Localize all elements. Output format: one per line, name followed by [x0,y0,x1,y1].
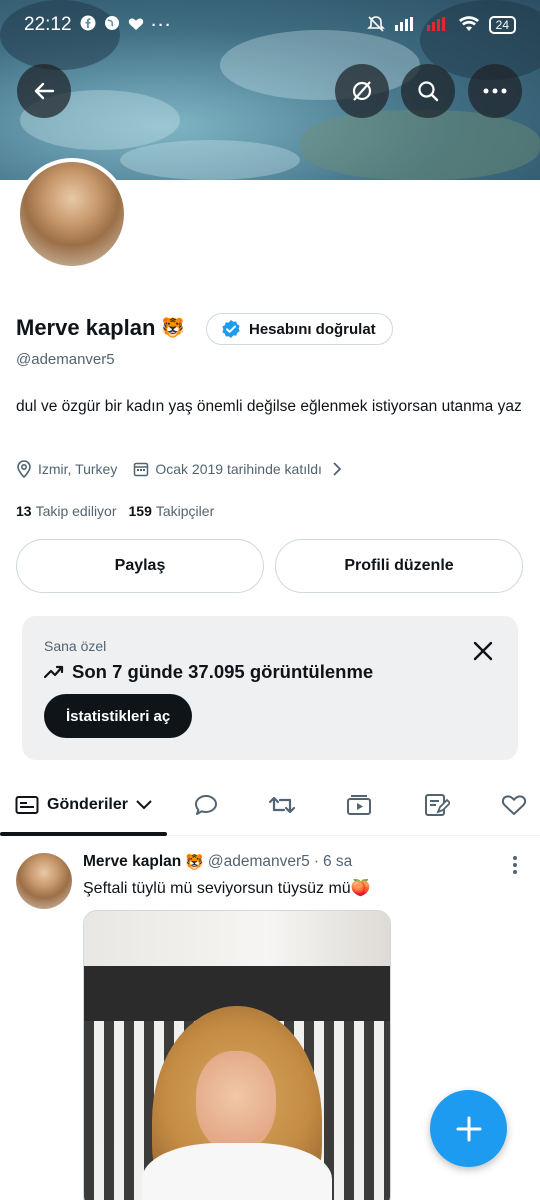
video-icon [347,795,371,815]
globe-icon [104,15,120,35]
post-author-avatar[interactable] [16,853,72,909]
search-icon [418,81,439,102]
post-header: Merve kaplan 🐯 @ademanver5 · 6 sa [83,853,352,871]
tiger-emoji: 🐯 [161,318,186,339]
profile-name-text: Merve kaplan [16,315,156,340]
wifi-icon [458,15,479,35]
grok-button[interactable] [335,64,389,118]
tab-replies[interactable] [180,778,232,832]
location-pin-icon [17,460,31,478]
back-button[interactable] [17,64,71,118]
insights-headline: Son 7 günde 37.095 görüntülenme [44,661,373,683]
follow-stats: 13 Takip ediliyor 159 Takipçiler [16,503,214,519]
more-dots-icon [483,88,507,94]
post-time[interactable]: 6 sa [323,853,352,871]
profile-meta: Izmir, Turkey Ocak 2019 tarihinde katıld… [16,460,342,478]
verify-account-button[interactable]: Hesabını doğrulat [206,313,393,345]
grok-icon [352,81,372,101]
tab-posts[interactable]: Gönderiler [0,778,167,832]
post-more-icon[interactable] [512,855,518,875]
post-author-emoji: 🐯 [185,854,204,871]
facebook-icon [80,15,96,35]
posts-icon [15,796,39,814]
joined-date-link[interactable]: Ocak 2019 tarihinde katıldı [133,461,342,477]
mute-bell-icon [366,15,385,36]
battery-indicator: 24 [488,16,516,34]
heart-status-icon [128,16,144,35]
following-link[interactable]: 13 Takip ediliyor [16,503,117,519]
plus-icon [456,1116,481,1141]
article-icon [425,794,450,816]
heart-icon [501,795,527,815]
verified-badge-icon [222,320,240,338]
status-time: 22:12 [24,14,72,35]
profile-tabs: Gönderiler [0,778,540,836]
tab-likes[interactable] [488,778,540,832]
verify-account-label: Hesabını doğrulat [249,320,376,338]
tab-reposts[interactable] [256,778,308,832]
tab-videos[interactable] [333,778,385,832]
trending-up-icon [44,665,64,679]
tab-posts-label: Gönderiler [47,796,128,813]
edit-profile-button[interactable]: Profili düzenle [275,539,523,593]
chat-bubble-icon [195,795,217,815]
followers-link[interactable]: 159 Takipçiler [129,503,215,519]
arrow-left-icon [34,82,55,100]
post-author-name[interactable]: Merve kaplan [83,853,181,871]
profile-joined: Ocak 2019 tarihinde katıldı [155,461,322,477]
post-text: Şeftali tüylü mü seviyorsun tüysüz mü🍑 [83,880,371,897]
post-author-handle[interactable]: @ademanver5 [208,853,310,871]
profile-avatar[interactable] [16,158,128,270]
insights-card: Sana özel Son 7 günde 37.095 görüntülenm… [22,616,518,760]
insights-kicker: Sana özel [44,638,107,654]
repost-icon [268,796,296,814]
tab-articles[interactable] [411,778,463,832]
profile-handle: @ademanver5 [16,351,115,368]
insights-headline-text: Son 7 günde 37.095 görüntülenme [72,661,374,682]
calendar-icon [134,462,149,477]
share-button[interactable]: Paylaş [16,539,264,593]
post-media-image[interactable] [83,910,391,1200]
profile-name: Merve kaplan 🐯 [16,315,185,341]
more-button[interactable] [468,64,522,118]
compose-button[interactable] [430,1090,507,1167]
close-icon[interactable] [472,640,494,662]
status-bar: 22:12 ··· 24 [0,0,540,50]
chevron-down-icon [136,800,152,810]
profile-location: Izmir, Turkey [38,461,118,477]
post-separator: · [313,853,319,870]
signal-icon-2 [426,16,449,34]
signal-icon-1 [394,16,417,34]
active-tab-indicator [0,832,167,836]
more-notifications-icon: ··· [151,16,173,34]
open-analytics-button[interactable]: İstatistikleri aç [44,694,193,738]
chevron-right-icon [333,462,342,476]
search-button[interactable] [401,64,455,118]
profile-bio: dul ve özgür bir kadın yaş önemli değils… [16,398,522,415]
